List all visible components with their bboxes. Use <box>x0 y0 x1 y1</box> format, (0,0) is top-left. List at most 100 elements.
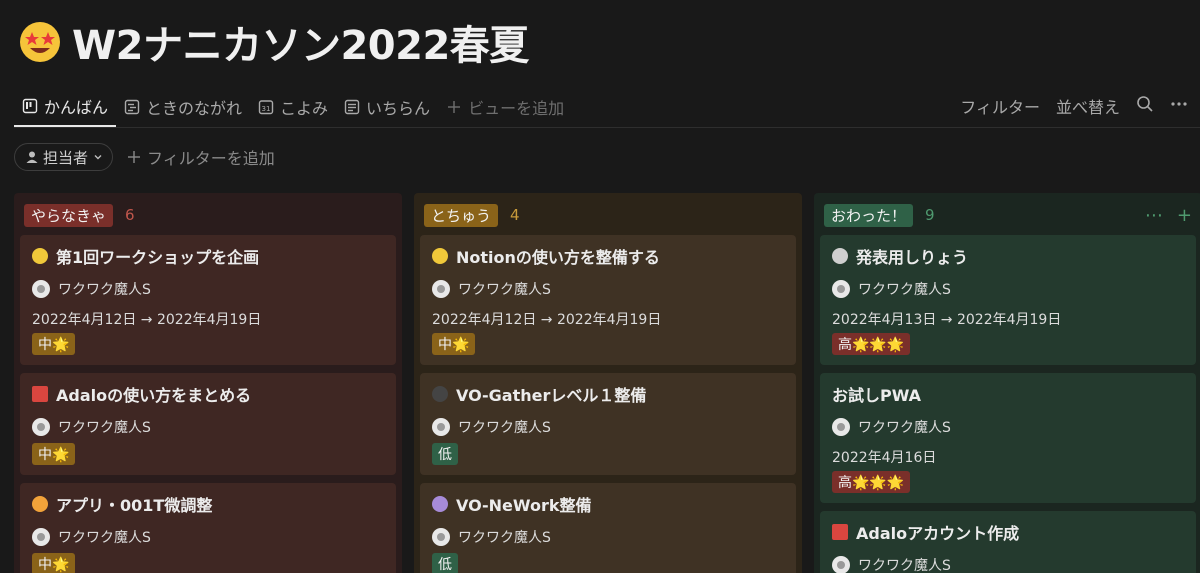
search-button[interactable] <box>1136 95 1154 117</box>
card[interactable]: VO-Gatherレベル１整備 ワクワク魔人S 低 <box>420 373 796 475</box>
page-header: W2ナニカソン2022春夏 <box>18 14 529 70</box>
card-assignee: ワクワク魔人S <box>832 417 1184 437</box>
card-assignee: ワクワク魔人S <box>432 527 784 547</box>
card[interactable]: Adaloの使い方をまとめる ワクワク魔人S 中🌟 <box>20 373 396 475</box>
column-count: 9 <box>925 206 935 224</box>
list-icon <box>344 99 360 115</box>
assignee-name: ワクワク魔人S <box>458 420 551 436</box>
card[interactable]: アプリ・001T微調整 ワクワク魔人S 中🌟 <box>20 483 396 573</box>
card-title: 第1回ワークショップを企画 <box>32 245 384 267</box>
avatar <box>832 418 850 436</box>
column-header: やらなきゃ 6 <box>24 203 392 227</box>
priority-tag: 高🌟🌟🌟 <box>832 333 911 355</box>
add-filter-button[interactable]: フィルターを追加 <box>127 145 275 169</box>
column-label[interactable]: おわった！ <box>824 203 914 227</box>
card-title: 発表用しりょう <box>832 245 1184 267</box>
assignee-name: ワクワク魔人S <box>858 558 951 573</box>
tab-timeline[interactable]: ときのながれ <box>116 87 250 127</box>
card-assignee: ワクワク魔人S <box>832 279 1184 299</box>
person-icon <box>26 151 38 163</box>
column-header: おわった！ 9 ⋯ + <box>824 203 1192 227</box>
avatar <box>432 418 450 436</box>
plus-icon <box>128 151 141 163</box>
avatar <box>832 556 850 573</box>
chick-icon <box>32 248 48 264</box>
column-more-icon[interactable]: ⋯ <box>1145 205 1163 226</box>
card-title: VO-Gatherレベル１整備 <box>432 383 784 405</box>
tab-label: いちらん <box>366 99 431 118</box>
card-date: 2022年4月13日 → 2022年4月19日 <box>832 312 1062 328</box>
add-card-icon[interactable]: + <box>1177 205 1192 226</box>
card-title-text: VO-NeWork整備 <box>456 496 592 515</box>
card-title: Notionの使い方を整備する <box>432 245 784 267</box>
view-tabs: かんばん ときのながれ 31 こよみ いちらん ビューを追加 フィルター 並べ替… <box>14 86 1200 128</box>
avatar <box>832 280 850 298</box>
avatar <box>32 280 50 298</box>
priority-tag: 中🌟 <box>32 553 76 573</box>
sort-button[interactable]: 並べ替え <box>1056 94 1120 118</box>
card-title: アプリ・001T微調整 <box>32 493 384 515</box>
card-assignee: ワクワク魔人S <box>832 555 1184 573</box>
filter-bar: 担当者 フィルターを追加 <box>14 142 275 172</box>
kanban-board: やらなきゃ 6 第1回ワークショップを企画 ワクワク魔人S 2022年4月12日… <box>14 193 1200 573</box>
avatar <box>432 528 450 546</box>
add-view-button[interactable]: ビューを追加 <box>438 87 572 127</box>
priority-tag: 低 <box>432 443 458 465</box>
monocle-face-icon <box>432 248 448 264</box>
column-count: 6 <box>125 206 135 224</box>
card[interactable]: VO-NeWork整備 ワクワク魔人S 低 <box>420 483 796 573</box>
search-icon <box>1137 96 1153 112</box>
priority-tag: 高🌟🌟🌟 <box>832 471 911 493</box>
more-icon <box>1171 102 1187 106</box>
card-title-text: お試しPWA <box>832 386 922 405</box>
card-title: Adaloの使い方をまとめる <box>32 383 384 405</box>
board-icon <box>22 98 38 114</box>
priority-tag: 中🌟 <box>432 333 476 355</box>
card-assignee: ワクワク魔人S <box>432 417 784 437</box>
tab-list[interactable]: いちらん <box>336 87 438 127</box>
card-date: 2022年4月12日 → 2022年4月19日 <box>32 312 262 328</box>
card[interactable]: Adaloアカウント作成 ワクワク魔人S <box>820 511 1196 573</box>
tab-kanban[interactable]: かんばん <box>14 87 117 127</box>
filter-button[interactable]: フィルター <box>960 94 1040 118</box>
card[interactable]: お試しPWA ワクワク魔人S 2022年4月16日 高🌟🌟🌟 <box>820 373 1196 503</box>
tab-calendar[interactable]: 31 こよみ <box>250 87 336 127</box>
avatar <box>32 528 50 546</box>
card-title-text: アプリ・001T微調整 <box>56 496 213 515</box>
page-title: W2ナニカソン2022春夏 <box>72 23 529 69</box>
tab-label: かんばん <box>44 98 109 117</box>
star-struck-emoji-icon[interactable] <box>18 20 62 64</box>
avatar <box>432 280 450 298</box>
tab-label: こよみ <box>280 99 329 118</box>
add-view-label: ビューを追加 <box>468 99 565 118</box>
add-filter-label: フィルターを追加 <box>147 149 275 168</box>
column-label[interactable]: やらなきゃ <box>24 203 114 227</box>
priority-tag: 中🌟 <box>32 333 76 355</box>
gift-icon <box>832 524 848 540</box>
plus-icon <box>448 101 461 113</box>
assignee-filter-chip[interactable]: 担当者 <box>14 143 114 171</box>
card-title: お試しPWA <box>832 383 1184 405</box>
person-in-suit-icon <box>832 248 848 264</box>
tabs-divider <box>14 127 1200 128</box>
assignee-filter-label: 担当者 <box>43 148 89 167</box>
column-actions: ⋯ + <box>1145 205 1192 226</box>
card[interactable]: 発表用しりょう ワクワク魔人S 2022年4月13日 → 2022年4月19日 … <box>820 235 1196 365</box>
card[interactable]: Notionの使い方を整備する ワクワク魔人S 2022年4月12日 → 202… <box>420 235 796 365</box>
gift-icon <box>32 386 48 402</box>
card-assignee: ワクワク魔人S <box>32 527 384 547</box>
card[interactable]: 第1回ワークショップを企画 ワクワク魔人S 2022年4月12日 → 2022年… <box>20 235 396 365</box>
card-title-text: 第1回ワークショップを企画 <box>56 248 260 267</box>
tab-label: ときのながれ <box>146 99 243 118</box>
card-assignee: ワクワク魔人S <box>32 279 384 299</box>
card-date: 2022年4月12日 → 2022年4月19日 <box>432 312 662 328</box>
more-button[interactable] <box>1170 95 1188 117</box>
timeline-icon <box>124 99 140 115</box>
chevron-down-icon <box>94 155 102 160</box>
column-label[interactable]: とちゅう <box>424 203 499 227</box>
card-assignee: ワクワク魔人S <box>32 417 384 437</box>
column-todo: やらなきゃ 6 第1回ワークショップを企画 ワクワク魔人S 2022年4月12日… <box>14 193 402 573</box>
card-title-text: Adaloアカウント作成 <box>856 524 1020 543</box>
card-title-text: 発表用しりょう <box>856 248 969 267</box>
priority-tag: 中🌟 <box>32 443 76 465</box>
